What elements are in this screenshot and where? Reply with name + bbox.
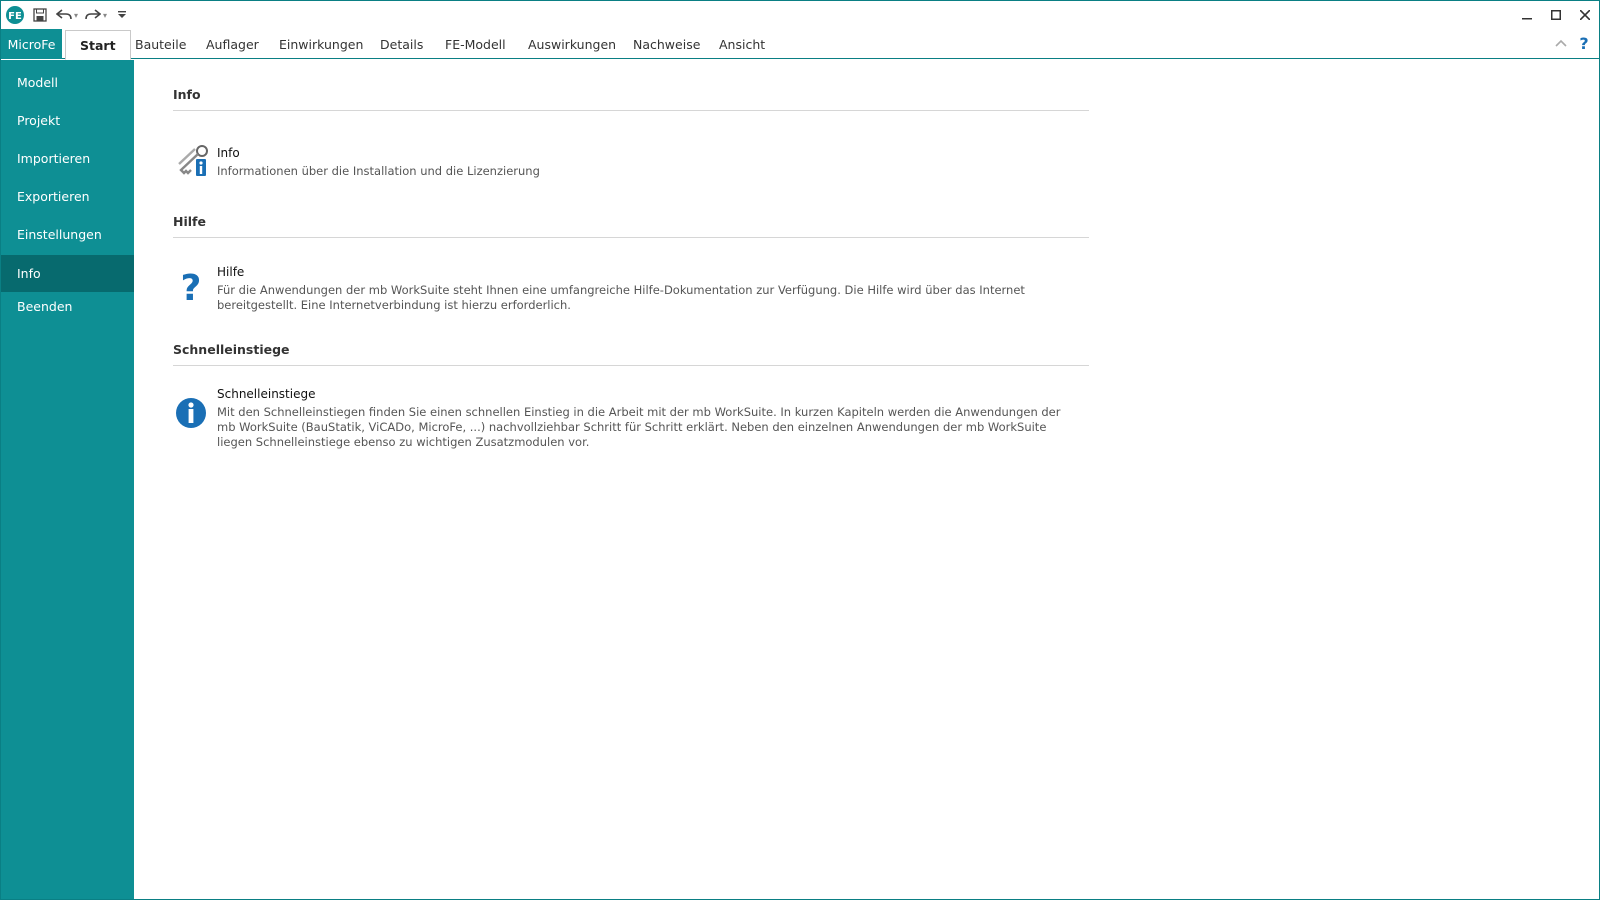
- section-divider: [173, 237, 1089, 238]
- quick-access-toolbar: FE ▾ ▾: [5, 4, 131, 26]
- keys-info-icon: [178, 145, 208, 176]
- title-bar: FE ▾ ▾: [1, 1, 1599, 29]
- ribbon-right-controls: ?: [1555, 34, 1591, 52]
- tab-auflager[interactable]: Auflager: [192, 29, 273, 59]
- redo-dropdown-icon[interactable]: ▾: [103, 11, 107, 20]
- tab-bauteile[interactable]: Bauteile: [121, 29, 200, 59]
- tab-auswirkungen[interactable]: Auswirkungen: [514, 29, 630, 59]
- undo-dropdown-icon[interactable]: ▾: [74, 11, 78, 20]
- undo-icon[interactable]: [55, 6, 73, 24]
- entry-description: Informationen über die Installation und …: [217, 164, 540, 178]
- sidebar-item-projekt[interactable]: Projekt: [1, 102, 134, 139]
- section-divider: [173, 365, 1089, 366]
- section-title-schnelleinstiege: Schnelleinstiege: [173, 342, 290, 357]
- svg-text:?: ?: [181, 268, 202, 303]
- tab-file-microfe[interactable]: MicroFe: [1, 29, 62, 59]
- section-title-info: Info: [173, 87, 201, 102]
- sidebar-item-beenden[interactable]: Beenden: [1, 288, 134, 325]
- svg-text:?: ?: [1579, 34, 1588, 52]
- section-divider: [173, 110, 1089, 111]
- sidebar-item-exportieren[interactable]: Exportieren: [1, 178, 134, 215]
- backstage-sidebar: Modell Projekt Importieren Exportieren E…: [1, 60, 134, 899]
- sidebar-item-info[interactable]: Info: [1, 255, 134, 292]
- entry-schnelleinstiege[interactable]: Schnelleinstiege Mit den Schnelleinstieg…: [173, 387, 1089, 451]
- entry-description: Mit den Schnelleinstiegen finden Sie ein…: [217, 405, 1061, 449]
- tab-ansicht[interactable]: Ansicht: [705, 29, 779, 59]
- collapse-ribbon-icon[interactable]: [1555, 38, 1567, 48]
- customize-toolbar-icon[interactable]: [113, 6, 131, 24]
- app-window: FE ▾ ▾ MicroFe Start Bauteile Auflager E…: [0, 0, 1600, 900]
- tab-einwirkungen[interactable]: Einwirkungen: [265, 29, 377, 59]
- question-icon: ?: [181, 268, 202, 303]
- ribbon-tab-row: MicroFe Start Bauteile Auflager Einwirku…: [1, 29, 1599, 60]
- entry-title: Hilfe: [217, 265, 245, 279]
- entry-title: Schnelleinstiege: [217, 387, 316, 401]
- minimize-icon[interactable]: [1512, 1, 1541, 29]
- close-icon[interactable]: [1570, 1, 1599, 29]
- entry-description: Für die Anwendungen der mb WorkSuite ste…: [217, 283, 1025, 312]
- info-circle-icon: [176, 398, 206, 428]
- tab-fe-modell[interactable]: FE-Modell: [431, 29, 520, 59]
- entry-title: Info: [217, 146, 240, 160]
- sidebar-item-importieren[interactable]: Importieren: [1, 140, 134, 177]
- app-logo-icon[interactable]: FE: [5, 5, 25, 25]
- tab-nachweise[interactable]: Nachweise: [619, 29, 714, 59]
- save-icon[interactable]: [31, 6, 49, 24]
- window-controls: [1512, 1, 1599, 29]
- maximize-icon[interactable]: [1541, 1, 1570, 29]
- sidebar-item-einstellungen[interactable]: Einstellungen: [1, 216, 134, 253]
- tab-details[interactable]: Details: [366, 29, 437, 59]
- entry-hilfe[interactable]: ? Hilfe Für die Anwendungen der mb WorkS…: [173, 265, 1089, 315]
- section-title-hilfe: Hilfe: [173, 214, 206, 229]
- svg-text:FE: FE: [8, 11, 22, 22]
- help-icon[interactable]: ?: [1577, 34, 1591, 52]
- entry-info[interactable]: Info Informationen über die Installation…: [173, 145, 1089, 186]
- sidebar-item-modell[interactable]: Modell: [1, 64, 134, 101]
- redo-icon[interactable]: [84, 6, 102, 24]
